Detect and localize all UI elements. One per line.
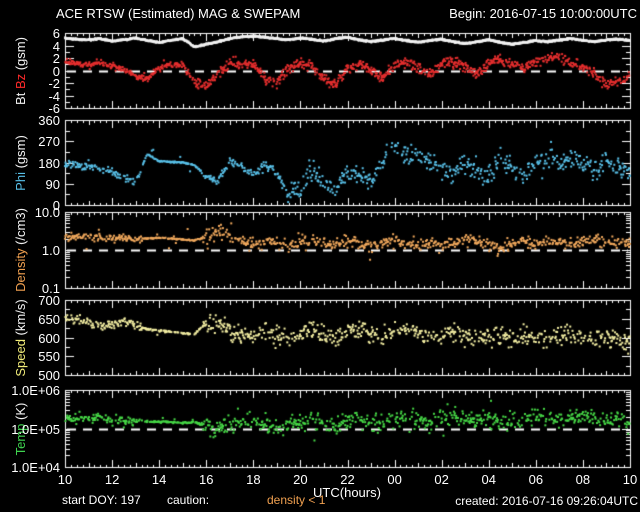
x-tick-label: 12 [104, 472, 120, 487]
ace-rtsw-plot: ACE RTSW (Estimated) MAG & SWEPAM Begin:… [0, 0, 640, 512]
x-tick-label: 00 [387, 472, 402, 487]
footer-start-doy: start DOY: 197 [62, 493, 141, 507]
footer-created-timestamp: created: 2016-07-16 09:26:04UTC [455, 494, 638, 508]
x-tick-label: 14 [151, 472, 167, 487]
x-tick-label: 20 [293, 472, 308, 487]
x-tick-label: 04 [481, 472, 496, 487]
footer-density-warning: density < 1 [267, 493, 326, 507]
y-tick-label: 270 [38, 133, 60, 149]
y-tick-label: 1.0E+06 [11, 382, 60, 398]
x-tick-label: 10 [622, 472, 638, 487]
x-tick-label: 10 [57, 472, 73, 487]
y-tick-label: 2 [52, 50, 60, 66]
x-tick-label: 08 [575, 472, 591, 487]
y-tick-label: 360 [38, 112, 60, 128]
ylabel-temp-unit: (K) [13, 402, 28, 424]
y-tick-label: 650 [38, 311, 60, 327]
y-tick-label: 500 [38, 367, 60, 383]
y-tick-label: 550 [38, 348, 60, 364]
x-tick-label: 02 [434, 472, 449, 487]
y-tick-label: 1.0E+05 [11, 421, 60, 437]
x-tick-label: 18 [246, 472, 261, 487]
y-tick-label: 6 [52, 25, 60, 41]
y-tick-label: 90 [45, 176, 60, 192]
footer-caution-label: caution: [167, 493, 210, 507]
x-tick-label: 06 [528, 472, 544, 487]
x-tick-label: 22 [340, 472, 355, 487]
plot-title: ACE RTSW (Estimated) MAG & SWEPAM [56, 6, 301, 21]
y-tick-label: 180 [38, 155, 60, 171]
y-tick-label: 1.0 [41, 242, 60, 258]
begin-timestamp: Begin: 2016-07-15 10:00:00UTC [449, 6, 637, 21]
x-tick-label: 16 [199, 472, 214, 487]
y-tick-label: 600 [38, 330, 60, 346]
y-tick-label: 700 [38, 292, 60, 308]
plot-canvas [0, 0, 640, 512]
y-tick-label: 10.0 [34, 204, 60, 220]
